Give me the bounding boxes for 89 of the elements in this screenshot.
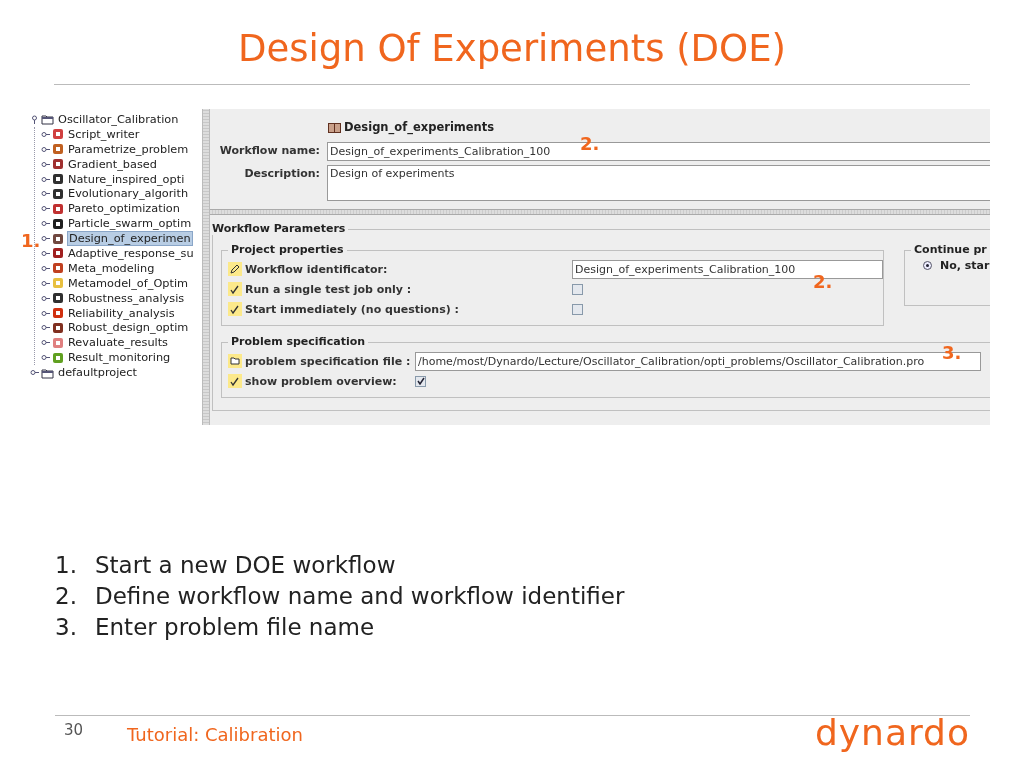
tree-toggle-icon: [41, 278, 50, 288]
page-number: 30: [64, 721, 85, 739]
field-label: show problem overview:: [245, 374, 398, 388]
node-icon: [52, 158, 64, 171]
tree-toggle-icon: [41, 353, 50, 363]
node-icon: [52, 187, 64, 200]
tree-toggle-icon: [41, 219, 50, 229]
tree-toggle-icon: [41, 248, 50, 258]
tree-toggle-icon: [41, 234, 50, 244]
tree-toggle-icon: [41, 159, 50, 169]
checkbox[interactable]: [415, 375, 426, 387]
node-icon: [52, 351, 64, 364]
tree-item[interactable]: Robust_design_optim: [67, 321, 190, 335]
tree-item[interactable]: Pareto_optimization: [67, 202, 181, 216]
group-title: Workflow Parameters: [212, 222, 349, 235]
tree-item[interactable]: Parametrize_problem: [67, 142, 190, 156]
tree-item[interactable]: Particle_swarm_optim: [67, 217, 193, 231]
node-icon: [52, 277, 64, 290]
check-icon: [228, 374, 242, 388]
tree-toggle-icon: [41, 263, 50, 273]
field-label: Run a single test job only :: [245, 282, 413, 296]
tree-item[interactable]: Reliability_analysis: [67, 306, 176, 320]
field-label: Description:: [243, 166, 320, 180]
tree-item[interactable]: Evolutionary_algorith: [67, 187, 190, 201]
callout-number: 1.: [21, 230, 41, 251]
node-icon: [52, 173, 64, 185]
tree-item[interactable]: Adaptive_response_su: [67, 246, 195, 260]
list-item: Define workflow name and workflow identifier: [95, 583, 625, 611]
group-title: Continue pr: [911, 243, 990, 256]
node-icon: [52, 143, 64, 156]
checkbox[interactable]: [572, 283, 583, 295]
node-icon: [52, 217, 64, 230]
tree-item[interactable]: Result_monitoring: [67, 351, 172, 365]
node-icon: [52, 232, 64, 245]
field-label: Workflow identificator:: [245, 262, 389, 276]
checkmark-icon: [416, 377, 425, 385]
node-icon: [52, 262, 64, 275]
pencil-icon: [228, 262, 242, 276]
tree-toggle-icon: [41, 129, 50, 139]
tree-item[interactable]: Oscillator_Calibration: [57, 112, 180, 126]
description-field[interactable]: Design of experiments: [327, 165, 990, 201]
field-label: problem specification file :: [245, 354, 412, 368]
tree-toggle-icon: [41, 189, 50, 199]
check-icon: [228, 302, 242, 316]
node-icon: [52, 307, 64, 319]
tree-toggle-icon: [41, 323, 50, 333]
workflow-title: Design_of_experiments: [344, 120, 495, 134]
tree-toggle-icon: [41, 338, 50, 348]
option-label: No, star: [940, 259, 990, 272]
list-number: 2.: [55, 583, 78, 611]
tree-toggle-icon: [41, 293, 50, 303]
node-icon: [52, 247, 64, 260]
tree-item[interactable]: Nature_inspired_opti: [67, 172, 186, 186]
list-item: Start a new DOE workflow: [95, 552, 396, 580]
list-item: Enter problem file name: [95, 614, 375, 642]
slide-title: Design Of Experiments (DOE): [236, 26, 788, 72]
book-icon: [328, 121, 341, 133]
folder-icon: [41, 113, 54, 126]
folder-icon: [41, 366, 54, 379]
node-icon: [52, 336, 64, 349]
node-icon: [52, 128, 64, 141]
node-icon: [52, 202, 64, 215]
tree-item[interactable]: Metamodel_of_Optim: [67, 276, 190, 290]
node-icon: [52, 321, 64, 334]
tree-item[interactable]: Gradient_based: [67, 157, 158, 171]
logo: dynardo: [814, 712, 970, 753]
splitter-handle[interactable]: [202, 109, 210, 425]
tree-toggle-icon: [41, 144, 50, 154]
tree-item[interactable]: Robustness_analysis: [67, 291, 186, 305]
list-number: 1.: [55, 552, 78, 580]
tree-item[interactable]: Script_writer: [67, 127, 141, 141]
tree-item[interactable]: defaultproject: [57, 366, 138, 380]
folder-icon: [228, 354, 242, 368]
tree-item[interactable]: Revaluate_results: [67, 336, 169, 350]
node-icon: [52, 292, 64, 305]
radio-button[interactable]: [923, 261, 932, 270]
tree-item[interactable]: Design_of_experimen: [67, 231, 193, 247]
tree-toggle-icon: [41, 308, 50, 318]
tree-toggle-icon: [41, 204, 50, 214]
list-number: 3.: [55, 614, 78, 642]
tree-item[interactable]: Meta_modeling: [67, 261, 156, 275]
footer-text: Tutorial: Calibration: [127, 724, 304, 745]
check-icon: [228, 282, 242, 296]
tree-toggle-icon: [41, 174, 50, 184]
checkbox[interactable]: [572, 303, 583, 315]
field-label: Start immediately (no questions) :: [245, 302, 460, 316]
group-title: Problem specification: [228, 335, 369, 348]
field-label: Workflow name:: [218, 143, 320, 157]
group-title: Project properties: [228, 243, 347, 256]
